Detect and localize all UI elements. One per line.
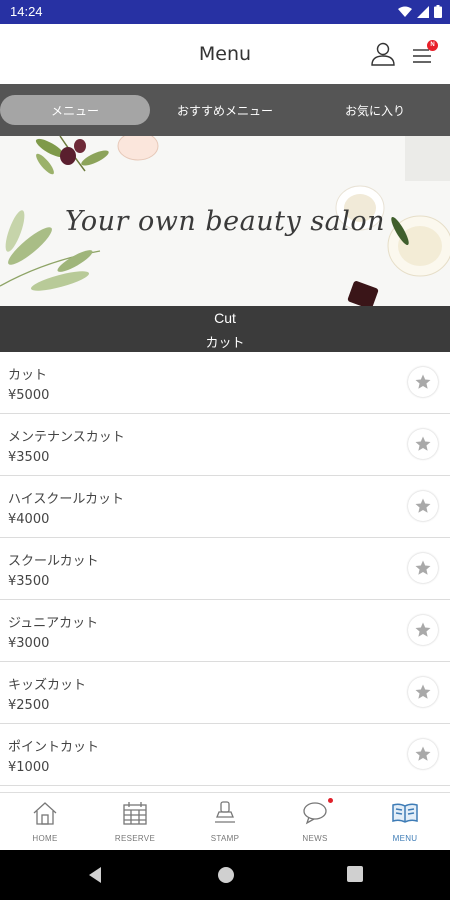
system-navigation-bar [0,850,450,900]
tab-active-pill: メニュー [0,95,150,125]
stamp-icon [215,801,235,823]
favorite-button[interactable] [408,367,438,397]
nav-home[interactable]: HOME [0,793,90,851]
speech-bubble-icon [303,802,327,825]
item-price: ¥3000 [8,636,50,651]
favorite-button[interactable] [408,677,438,707]
item-price: ¥1000 [8,760,50,775]
nav-news[interactable]: NEWS [270,793,360,851]
status-bar: 14:24 [0,0,450,24]
star-icon [415,436,431,451]
item-name: ポイントカット [8,740,100,755]
recents-icon[interactable] [347,866,363,882]
favorite-button[interactable] [408,615,438,645]
item-price: ¥5000 [8,388,50,403]
battery-icon [434,5,442,18]
nav-stamp-label: STAMP [210,834,240,843]
item-price: ¥3500 [8,574,50,589]
notification-badge: N [427,40,438,51]
list-item[interactable]: スクールカット ¥3500 [0,538,450,600]
list-item[interactable]: カット ¥5000 [0,352,450,414]
account-button[interactable] [370,41,396,67]
salon-banner: Your own beauty salon [0,136,450,306]
star-icon [415,684,431,699]
signal-icon [417,5,429,18]
item-price: ¥4000 [8,512,50,527]
item-price: ¥3500 [8,450,50,465]
star-icon [415,560,431,575]
nav-menu[interactable]: MENU [360,793,450,851]
nav-reserve-label: RESERVE [114,834,156,843]
book-icon [392,803,418,823]
tab-menu-label: メニュー [50,103,99,118]
calendar-icon [123,802,147,825]
category-title-jp: カット [205,336,245,351]
favorite-button[interactable] [408,429,438,459]
list-item[interactable]: ハイスクールカット ¥4000 [0,476,450,538]
item-name: スクールカット [8,554,99,569]
category-title-en: Cut [214,310,236,326]
list-item[interactable]: ジュニアカット ¥3000 [0,600,450,662]
banner-text: Your own beauty salon [64,206,386,237]
list-item[interactable]: キッズカット ¥2500 [0,662,450,724]
star-icon [415,746,431,761]
nav-stamp[interactable]: STAMP [180,793,270,851]
wifi-icon [398,6,412,17]
item-name: メンテナンスカット [8,430,125,445]
menu-list: カット ¥5000 メンテナンスカット ¥3500 ハイスクールカット ¥400… [0,352,450,792]
nav-reserve[interactable]: RESERVE [90,793,180,851]
star-icon [415,374,431,389]
back-icon[interactable] [87,866,103,884]
user-icon [371,42,395,66]
tab-favorites[interactable]: お気に入り [300,84,450,136]
item-price: ¥2500 [8,698,50,713]
tab-menu[interactable]: メニュー [0,84,150,136]
status-icons [398,5,442,18]
item-name: キッズカット [8,678,87,693]
nav-menu-label: MENU [392,834,418,843]
nav-home-label: HOME [32,834,58,843]
status-time: 14:24 [10,4,43,19]
star-icon [415,498,431,513]
tab-favorites-label: お気に入り [344,103,405,118]
tab-recommended-label: おすすめメニュー [176,103,273,118]
item-name: ジュニアカット [8,616,99,631]
home-icon [33,802,57,825]
tab-recommended[interactable]: おすすめメニュー [150,84,300,136]
category-header: Cut カット [0,306,450,352]
item-name: ハイスクールカット [8,492,124,507]
favorite-button[interactable] [408,553,438,583]
list-item[interactable]: メンテナンスカット ¥3500 [0,414,450,476]
star-icon [415,622,431,637]
nav-news-label: NEWS [302,834,328,843]
favorite-button[interactable] [408,739,438,769]
list-item[interactable]: ポイントカット ¥1000 [0,724,450,786]
home-circle-icon[interactable] [217,866,235,884]
item-name: カット [8,368,48,383]
bottom-navigation: HOME RESERVE STAMP NEWS MENU [0,792,450,850]
news-unread-dot [328,798,333,803]
favorite-button[interactable] [408,491,438,521]
menu-tabs: メニュー おすすめメニュー お気に入り [0,84,450,136]
app-header: Menu N [0,24,450,84]
